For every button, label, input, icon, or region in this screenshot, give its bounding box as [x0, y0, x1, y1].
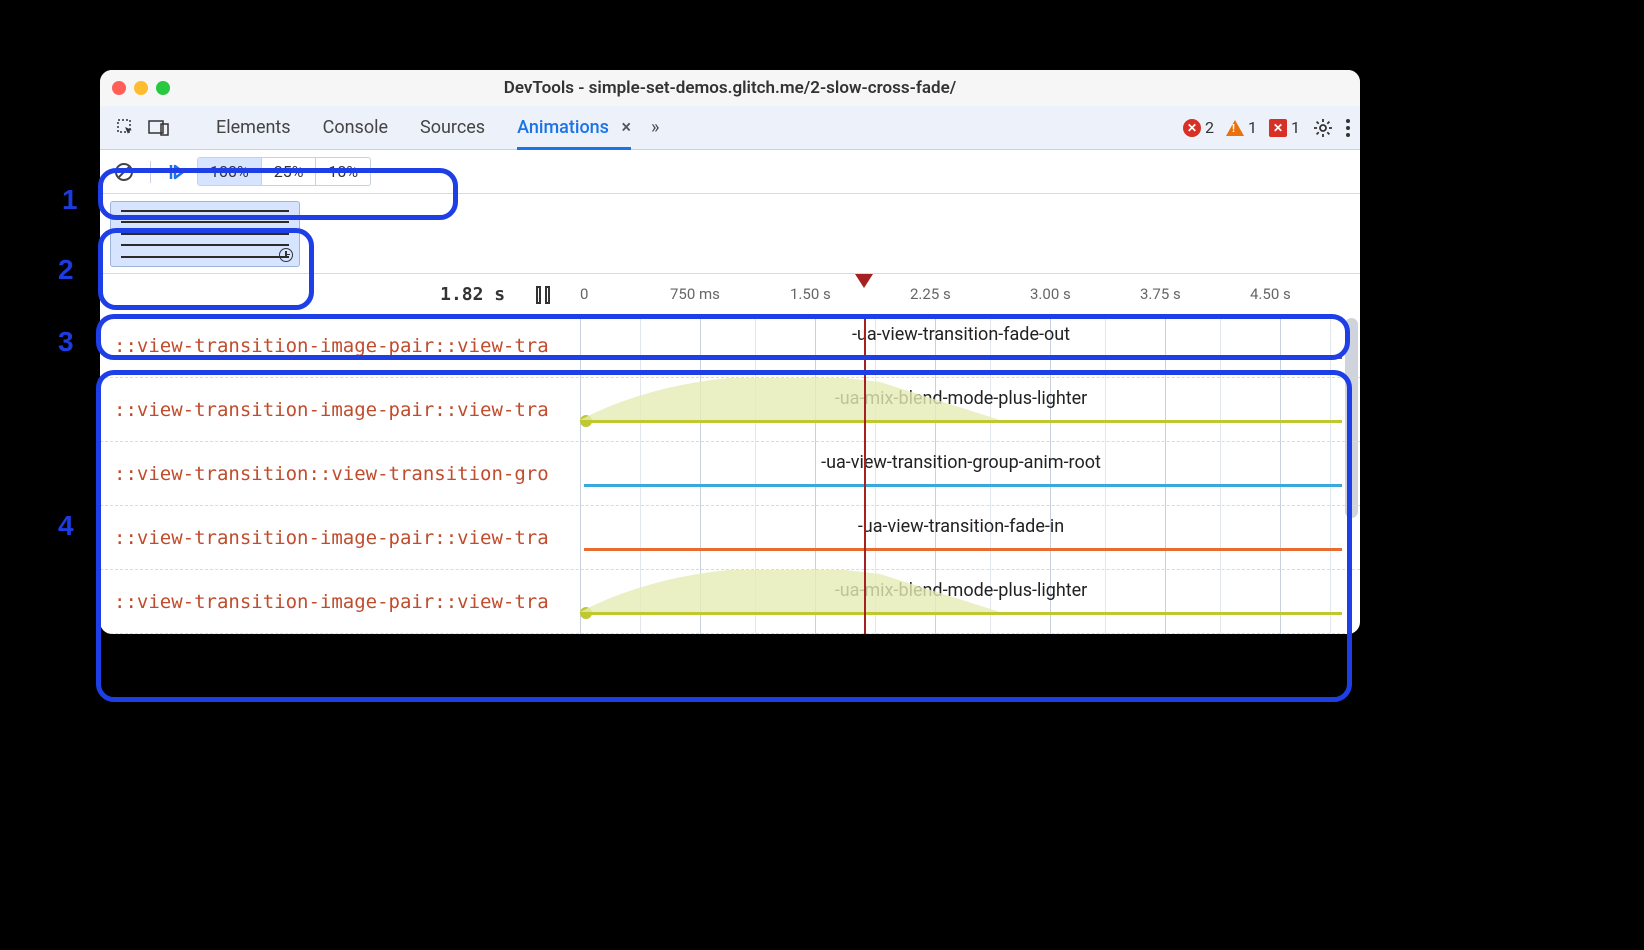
ruler-tick: 750 ms: [670, 285, 720, 303]
pause-icon[interactable]: [536, 286, 550, 304]
traffic-lights: [112, 81, 170, 95]
tab-console[interactable]: Console: [323, 117, 388, 138]
speed-25-button[interactable]: 25%: [262, 158, 317, 185]
animation-row[interactable]: ::view-transition-image-pair::view-tra -…: [100, 314, 1360, 378]
animation-controls: 100% 25% 10%: [100, 150, 1360, 194]
speed-buttons: 100% 25% 10%: [197, 157, 371, 186]
animation-selector: ::view-transition::view-transition-gro: [100, 463, 580, 485]
tab-sources[interactable]: Sources: [420, 117, 485, 138]
callout-2: 2: [58, 254, 74, 286]
ruler-tick: 1.50 s: [790, 285, 831, 303]
timeline-ruler[interactable]: 1.82 s 0 750 ms 1.50 s 2.25 s 3.00 s 3.7…: [100, 274, 1360, 314]
animation-row[interactable]: ::view-transition::view-transition-gro -…: [100, 442, 1360, 506]
animation-filmstrip: [100, 194, 1360, 274]
speed-100-button[interactable]: 100%: [198, 158, 262, 185]
animation-row[interactable]: ::view-transition-image-pair::view-tra -…: [100, 570, 1360, 634]
easing-curve: [580, 378, 1000, 420]
errors-count: 2: [1205, 118, 1214, 137]
animation-name: -ua-view-transition-fade-out: [580, 324, 1342, 345]
thumb-line: [121, 210, 289, 212]
animation-track[interactable]: -ua-view-transition-group-anim-root: [580, 442, 1342, 506]
tabs-overflow-button[interactable]: »: [651, 117, 659, 138]
minimize-window-button[interactable]: [134, 81, 148, 95]
issues-badge[interactable]: ✕ 1: [1269, 118, 1300, 137]
main-tabstrip: Elements Console Sources Animations × » …: [100, 106, 1360, 150]
tab-elements[interactable]: Elements: [216, 117, 291, 138]
ruler-tick: 3.75 s: [1140, 285, 1181, 303]
animation-row[interactable]: ::view-transition-image-pair::view-tra -…: [100, 378, 1360, 442]
close-tab-icon[interactable]: ×: [621, 117, 631, 138]
warnings-count: 1: [1248, 118, 1257, 137]
warning-icon: [1226, 120, 1244, 136]
clear-icon[interactable]: [110, 158, 138, 186]
animation-list: ::view-transition-image-pair::view-tra -…: [100, 314, 1360, 634]
tab-animations-label: Animations: [517, 117, 609, 138]
thumb-line: [121, 256, 289, 258]
animation-group-thumbnail[interactable]: [110, 201, 300, 267]
callout-4: 4: [58, 510, 74, 542]
callout-1: 1: [62, 184, 78, 216]
error-icon: ✕: [1183, 119, 1201, 137]
divider: [150, 161, 151, 183]
clock-icon: [279, 248, 293, 262]
issues-count: 1: [1291, 118, 1300, 137]
window-titlebar: DevTools - simple-set-demos.glitch.me/2-…: [100, 70, 1360, 106]
animation-selector: ::view-transition-image-pair::view-tra: [100, 335, 580, 357]
inspect-icon[interactable]: [116, 118, 136, 138]
ruler-tick: 3.00 s: [1030, 285, 1071, 303]
issue-icon: ✕: [1269, 119, 1287, 137]
settings-icon[interactable]: [1312, 117, 1334, 139]
animation-bar[interactable]: [584, 548, 1342, 551]
tab-animations[interactable]: Animations ×: [517, 117, 631, 150]
devtools-window: DevTools - simple-set-demos.glitch.me/2-…: [100, 70, 1360, 634]
speed-10-button[interactable]: 10%: [316, 158, 370, 185]
animation-bar[interactable]: [584, 420, 1342, 423]
animation-track[interactable]: -ua-mix-blend-mode-plus-lighter: [580, 570, 1342, 634]
ruler-tick: 4.50 s: [1250, 285, 1291, 303]
more-menu-icon[interactable]: [1346, 119, 1350, 137]
play-icon[interactable]: [163, 158, 191, 186]
animation-name: -ua-view-transition-fade-in: [580, 516, 1342, 537]
current-time-value: 1.82 s: [440, 284, 505, 305]
warnings-badge[interactable]: 1: [1226, 118, 1257, 137]
animation-bar[interactable]: [584, 612, 1342, 615]
animation-bar[interactable]: [584, 356, 1342, 359]
animation-selector: ::view-transition-image-pair::view-tra: [100, 527, 580, 549]
ruler-scale: 0 750 ms 1.50 s 2.25 s 3.00 s 3.75 s 4.5…: [580, 274, 1360, 314]
playhead-marker[interactable]: [855, 274, 873, 288]
playhead-line: [864, 314, 866, 634]
current-time: 1.82 s: [100, 284, 580, 305]
animation-selector: ::view-transition-image-pair::view-tra: [100, 591, 580, 613]
thumb-line: [121, 244, 289, 246]
close-window-button[interactable]: [112, 81, 126, 95]
errors-badge[interactable]: ✕ 2: [1183, 118, 1214, 137]
animation-row[interactable]: ::view-transition-image-pair::view-tra -…: [100, 506, 1360, 570]
animation-track[interactable]: -ua-view-transition-fade-out: [580, 314, 1342, 378]
window-title: DevTools - simple-set-demos.glitch.me/2-…: [100, 78, 1360, 98]
maximize-window-button[interactable]: [156, 81, 170, 95]
animation-selector: ::view-transition-image-pair::view-tra: [100, 399, 580, 421]
ruler-tick: 2.25 s: [910, 285, 951, 303]
easing-curve: [580, 570, 1000, 612]
thumb-line: [121, 233, 289, 235]
animation-track[interactable]: -ua-mix-blend-mode-plus-lighter: [580, 378, 1342, 442]
ruler-tick: 0: [580, 285, 588, 303]
animation-track[interactable]: -ua-view-transition-fade-in: [580, 506, 1342, 570]
device-toolbar-icon[interactable]: [148, 119, 170, 137]
animation-bar[interactable]: [584, 484, 1342, 487]
thumb-line: [121, 221, 289, 223]
callout-3: 3: [58, 326, 74, 358]
animation-name: -ua-view-transition-group-anim-root: [580, 452, 1342, 473]
